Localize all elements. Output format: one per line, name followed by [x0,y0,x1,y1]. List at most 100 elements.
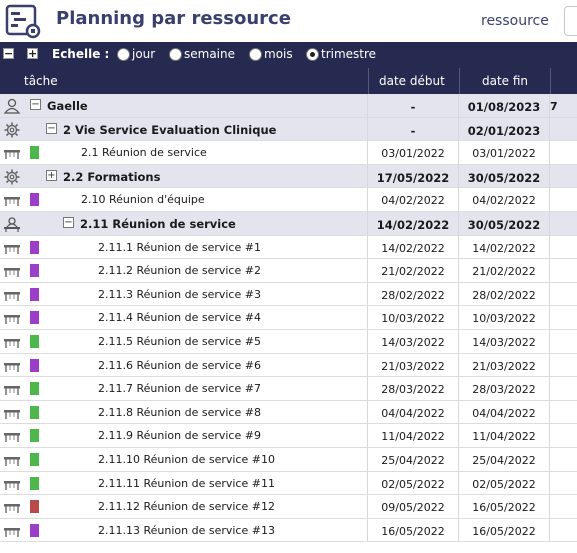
end-date-cell: 01/08/2023 [459,94,550,117]
start-date-cell: 09/05/2022 [368,495,459,518]
column-end[interactable]: date fin [482,74,528,88]
task-cell: 2.11.6 Réunion de service #6 [0,353,368,377]
table-icon [2,192,22,208]
table-row[interactable]: 2.11.13 Réunion de service #13 16/05/2022… [0,518,577,543]
status-color-marker [30,311,39,325]
radio-circle[interactable] [306,47,319,61]
table-icon [2,499,22,515]
table-row[interactable]: 2.11.9 Réunion de service #9 11/04/2022 11… [0,424,577,448]
collapse-button[interactable]: − [30,99,41,110]
table-row[interactable]: 2.11.5 Réunion de service #5 14/03/2022 14… [0,330,577,354]
ressource-select[interactable] [564,6,577,36]
table-icon [2,358,22,374]
task-cell: 2.11.5 Réunion de service #5 [0,330,368,353]
extra-cell [550,236,577,259]
scale-radio-mois[interactable]: mois [249,47,293,61]
end-date-cell: 16/05/2022 [459,518,550,542]
expand-button[interactable]: + [46,169,57,181]
end-date-cell: 03/01/2022 [459,141,550,164]
task-name[interactable]: 2.11.1 Réunion de service #1 [98,241,261,254]
task-cell: +2.2 Formations [0,164,368,188]
task-name[interactable]: 2.11.7 Réunion de service #7 [98,382,261,395]
table-row[interactable]: 2.1 Réunion de service 03/01/2022 03/01/20… [0,141,577,165]
table-row[interactable]: 2.11.11 Réunion de service #11 02/05/2022… [0,471,577,496]
task-name[interactable]: 2.11.4 Réunion de service #4 [98,311,261,324]
extra-cell [550,424,577,447]
table-row[interactable]: 2.11.12 Réunion de service #12 09/05/2022… [0,495,577,519]
extra-cell [550,212,577,235]
task-name[interactable]: 2.2 Formations [63,170,160,184]
task-cell: −2 Vie Service Evaluation Clinique [0,117,368,141]
collapse-button[interactable]: − [63,217,74,228]
start-date-cell: 03/01/2022 [368,141,459,164]
start-date-cell: 25/04/2022 [368,448,459,471]
end-date-cell: 02/01/2023 [459,117,550,141]
task-name[interactable]: 2.11.11 Réunion de service #11 [98,477,275,490]
start-date-cell: 10/03/2022 [368,306,459,329]
task-name[interactable]: 2.11.3 Réunion de service #3 [98,288,261,301]
status-color-marker [30,405,39,419]
task-cell: 2.1 Réunion de service [0,141,368,164]
radio-circle[interactable] [169,47,182,61]
task-name[interactable]: 2.11.9 Réunion de service #9 [98,429,261,442]
column-task[interactable]: tâche [24,74,58,88]
task-name[interactable]: 2.1 Réunion de service [81,146,207,159]
start-date-cell: 16/05/2022 [368,518,459,542]
task-name[interactable]: 2.11.5 Réunion de service #5 [98,335,261,348]
radio-circle[interactable] [249,47,262,61]
task-name[interactable]: 2.11.12 Réunion de service #12 [98,500,275,513]
column-start[interactable]: date début [379,74,445,88]
end-date-cell: 14/03/2022 [459,330,550,353]
table-row[interactable]: 2.11.10 Réunion de service #10 25/04/2022… [0,448,577,472]
expand-all-button[interactable]: + [27,48,38,59]
task-name[interactable]: 2.11.6 Réunion de service #6 [98,359,261,372]
status-color-marker [30,476,39,490]
column-header: tâche date début date fin [0,68,577,94]
table-row[interactable]: 2.11.7 Réunion de service #7 28/03/2022 28… [0,377,577,401]
task-cell: 2.11.2 Réunion de service #2 [0,259,368,282]
table-row[interactable]: 2.11.2 Réunion de service #2 21/02/2022 21… [0,259,577,283]
end-date-cell: 16/05/2022 [459,495,550,518]
scale-label: semaine [184,47,235,61]
extra-cell [550,188,577,211]
task-name[interactable]: 2.10 Réunion d'équipe [81,193,205,206]
table-row[interactable]: 2.10 Réunion d'équipe 04/02/2022 04/02/202… [0,188,577,212]
start-date-cell: 28/02/2022 [368,282,459,306]
table-row[interactable]: 2.11.8 Réunion de service #8 04/04/2022 04… [0,400,577,425]
task-name[interactable]: 2.11.10 Réunion de service #10 [98,453,275,466]
task-cell: 2.11.7 Réunion de service #7 [0,377,368,400]
start-date-cell: 04/02/2022 [368,188,459,211]
status-color-marker [30,358,39,372]
collapse-button[interactable]: − [46,122,57,134]
collapse-all-button[interactable]: − [3,48,14,59]
end-date-cell: 28/03/2022 [459,377,550,400]
extra-cell [550,118,577,141]
scale-radio-trimestre[interactable]: trimestre [306,47,376,61]
group-row[interactable]: − Gaelle -01/08/2023 7 [0,94,577,118]
task-name[interactable]: Gaelle [47,99,88,113]
radio-circle[interactable] [117,47,130,61]
table-row[interactable]: 2.11.4 Réunion de service #4 10/03/2022 10… [0,306,577,330]
status-color-marker [30,382,39,396]
scale-radio-semaine[interactable]: semaine [169,47,235,61]
echelle-label: Echelle : [52,47,110,61]
status-color-marker [30,500,39,514]
status-color-marker [30,429,39,443]
table-row[interactable]: 2.11.1 Réunion de service #1 14/02/2022 14… [0,235,577,260]
task-name[interactable]: 2.11.13 Réunion de service #13 [98,524,275,537]
table-row[interactable]: 2.11.3 Réunion de service #3 28/02/2022 28… [0,282,577,307]
task-name[interactable]: 2.11.8 Réunion de service #8 [98,406,261,419]
group-row[interactable]: +2.2 Formations 17/05/2022 30/05/2022 [0,164,577,189]
extra-cell [550,141,577,164]
table-icon [2,310,22,326]
extra-cell [550,472,577,495]
task-cell: 2.11.4 Réunion de service #4 [0,306,368,329]
scale-radio-jour[interactable]: jour [117,47,155,61]
group-row[interactable]: −2 Vie Service Evaluation Clinique -02/01… [0,117,577,142]
table-icon [2,145,22,161]
task-name[interactable]: 2.11.2 Réunion de service #2 [98,264,261,277]
task-name[interactable]: 2.11 Réunion de service [80,217,236,231]
table-row[interactable]: 2.11.6 Réunion de service #6 21/03/2022 21… [0,353,577,378]
group-row[interactable]: −2.11 Réunion de service 14/02/2022 30/05/… [0,212,577,236]
task-name[interactable]: 2 Vie Service Evaluation Clinique [63,123,276,137]
